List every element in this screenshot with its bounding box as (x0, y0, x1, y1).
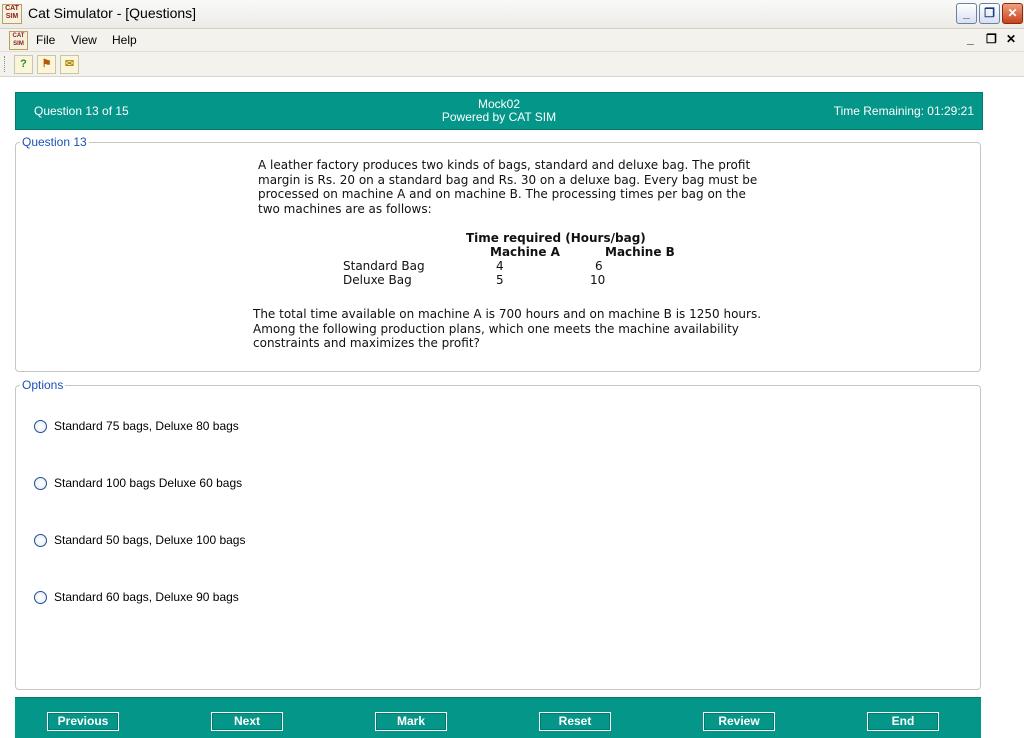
person-icon[interactable]: ⚑ (37, 55, 56, 74)
options-legend: Options (22, 378, 64, 392)
table-header-machine-b: Machine B (605, 245, 675, 259)
option-label[interactable]: Standard 75 bags, Deluxe 80 bags (54, 419, 239, 433)
maximize-button[interactable]: ❐ (979, 3, 1000, 24)
question-line: margin is Rs. 20 on a standard bag and R… (258, 172, 758, 187)
app-logo-icon: CAT SIM (2, 4, 22, 24)
child-restore-button[interactable]: ❐ (986, 32, 997, 46)
child-close-button[interactable]: ✕ (1006, 32, 1016, 46)
question-line: A leather factory produces two kinds of … (258, 158, 751, 172)
table-header-machine-a: Machine A (490, 245, 560, 259)
radio-button[interactable] (34, 534, 47, 547)
table-caption: Time required (Hours/bag) (466, 231, 646, 245)
menu-view[interactable]: View (71, 33, 97, 47)
review-button[interactable]: Review (703, 712, 775, 731)
question-line: constraints and maximizes the profit? (253, 336, 480, 350)
table-row-label: Deluxe Bag (343, 273, 412, 287)
option-label[interactable]: Standard 60 bags, Deluxe 90 bags (54, 590, 239, 604)
option-label[interactable]: Standard 50 bags, Deluxe 100 bags (54, 533, 245, 547)
question-line: processed on machine A and on machine B.… (258, 187, 746, 201)
question-line: two machines are as follows: (258, 201, 432, 216)
child-minimize-button[interactable]: _ (967, 32, 974, 46)
table-row-label: Standard Bag (343, 259, 425, 273)
app-menu-icon[interactable]: CAT SIM (9, 31, 28, 50)
toolbar: ? ⚑ ✉ (0, 52, 1024, 77)
question-outro: The total time available on machine A is… (253, 307, 813, 351)
window-title: Cat Simulator - [Questions] (28, 5, 197, 21)
question-legend: Question 13 (22, 135, 87, 149)
question-line: The total time available on machine A is… (253, 307, 762, 321)
end-button[interactable]: End (867, 712, 939, 731)
question-intro: A leather factory produces two kinds of … (258, 158, 798, 216)
close-button[interactable]: ✕ (1002, 3, 1023, 24)
mark-button[interactable]: Mark (375, 712, 447, 731)
header-band: Question 13 of 15 Mock02 Powered by CAT … (15, 92, 983, 130)
reset-button[interactable]: Reset (539, 712, 611, 731)
menu-help[interactable]: Help (112, 33, 137, 47)
option-label[interactable]: Standard 100 bags Deluxe 60 bags (54, 476, 242, 490)
table-cell: 10 (590, 273, 606, 287)
radio-button[interactable] (34, 420, 47, 433)
question-line: Among the following production plans, wh… (253, 321, 739, 336)
table-cell: 4 (496, 259, 504, 273)
title-bar: CAT SIM Cat Simulator - [Questions] _ ❐ … (0, 0, 1024, 29)
menu-file[interactable]: File (36, 33, 55, 47)
footer-band: Previous Next Mark Reset Review End (15, 697, 981, 738)
radio-button[interactable] (34, 477, 47, 490)
radio-button[interactable] (34, 591, 47, 604)
menu-bar: CAT SIM File View Help _ ❐ ✕ (0, 29, 1024, 52)
previous-button[interactable]: Previous (47, 712, 119, 731)
toolbar-grip[interactable] (4, 56, 7, 72)
table-cell: 5 (496, 273, 504, 287)
minimize-button[interactable]: _ (956, 3, 977, 24)
next-button[interactable]: Next (211, 712, 283, 731)
time-remaining: Time Remaining: 01:29:21 (833, 104, 974, 118)
table-cell: 6 (595, 259, 603, 273)
help-icon[interactable]: ? (14, 55, 33, 74)
mail-icon[interactable]: ✉ (60, 55, 79, 74)
